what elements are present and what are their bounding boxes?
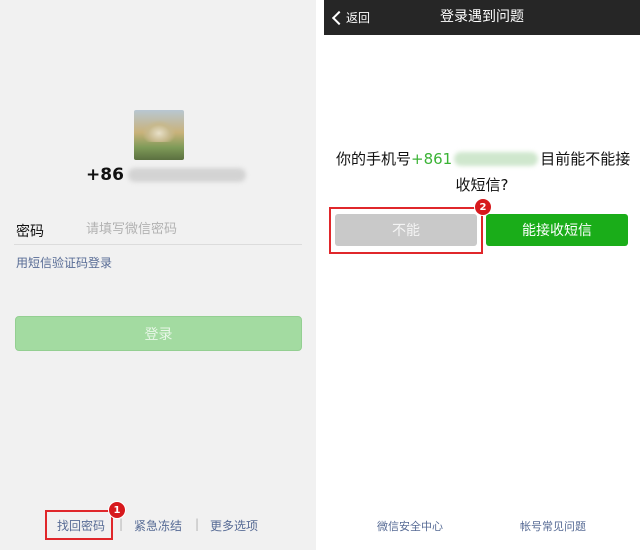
link-separator: | (195, 517, 200, 531)
security-center-link[interactable]: 微信安全中心 (377, 518, 443, 534)
password-underline (14, 244, 302, 245)
panel-divider (316, 0, 324, 550)
phone-number-redacted (127, 168, 246, 182)
can-receive-sms-button[interactable]: 能接收短信 (486, 214, 628, 246)
login-button[interactable]: 登录 (15, 316, 302, 351)
phone-number-redacted (454, 152, 539, 166)
question-phone-prefix: +861 (411, 150, 453, 168)
highlight-box (45, 510, 113, 540)
account-faq-link[interactable]: 帐号常见问题 (520, 518, 586, 534)
question-text: 目前能不能接 (540, 150, 631, 168)
step-badge: 2 (475, 199, 491, 215)
highlight-box (329, 207, 483, 254)
question-text: 收短信? (455, 176, 509, 194)
link-separator: | (119, 517, 124, 531)
more-options-link[interactable]: 更多选项 (210, 517, 258, 534)
sms-login-link[interactable]: 用短信验证码登录 (16, 254, 112, 271)
step-badge: 1 (109, 502, 125, 518)
password-label: 密码 (16, 224, 44, 240)
navigation-bar: 返回 登录遇到问题 (324, 0, 640, 35)
emergency-freeze-link[interactable]: 紧急冻结 (134, 517, 182, 534)
question-text: 你的手机号 (336, 150, 412, 168)
page-title: 登录遇到问题 (440, 9, 524, 25)
avatar (134, 110, 184, 160)
phone-number: +86 (86, 164, 246, 186)
phone-prefix: +86 (86, 165, 124, 185)
password-field[interactable] (86, 217, 286, 241)
login-problem-screen: 返回 登录遇到问题 你的手机号 +861 目前能不能接 收短信? 不能 能接收短… (324, 0, 640, 550)
login-screen: +86 密码 用短信验证码登录 登录 找回密码 | 紧急冻结 | 更多选项 1 (0, 0, 316, 550)
